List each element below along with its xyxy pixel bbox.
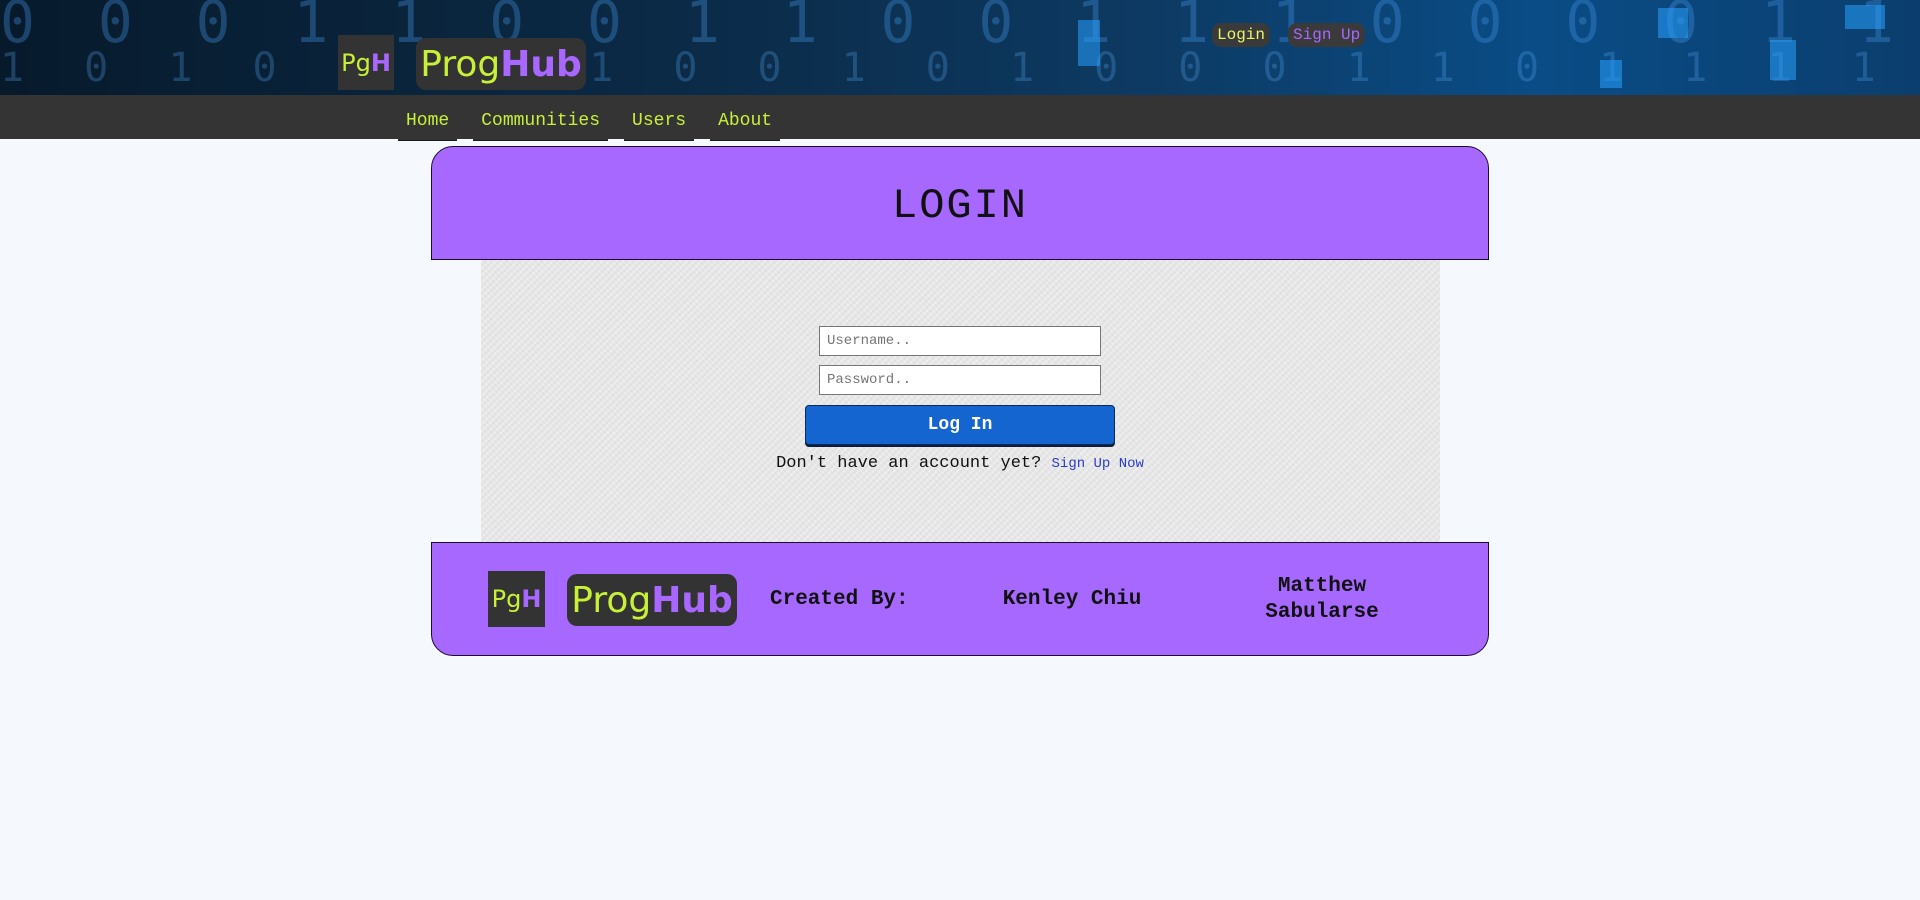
glow-decoration	[1845, 5, 1885, 29]
password-input[interactable]	[819, 365, 1101, 395]
login-button[interactable]: Log In	[805, 405, 1115, 445]
logo-big-part2: Hub	[500, 43, 582, 85]
binary-background-row: 1 0 1 0 0 0 1 1 0 0 1 0 1 0 0 0 1 1 0 1 …	[0, 45, 1920, 91]
logo-big-part1: Prog	[420, 43, 501, 85]
footer-logo-proghub: Prog Hub	[567, 574, 737, 626]
logo-small-part1: Pg	[341, 48, 371, 77]
footer-logo-small-part2: H	[521, 585, 542, 613]
footer-logo-big-part2: Hub	[651, 579, 733, 621]
nav-bar: Home Communities Users About	[0, 95, 1920, 141]
glow-decoration	[1658, 8, 1688, 38]
logo-small-part2: H	[370, 48, 391, 77]
footer-logo-big-part1: Prog	[571, 579, 652, 621]
glow-decoration	[1078, 20, 1100, 66]
footer-logo-small: Pg H	[488, 571, 545, 627]
footer: Pg H Prog Hub Created By: Kenley Chiu Matt…	[431, 542, 1489, 656]
signup-now-link[interactable]: Sign Up Now	[1052, 456, 1144, 472]
signup-link[interactable]: Sign Up	[1288, 23, 1366, 47]
nav-item-about[interactable]: About	[710, 95, 781, 141]
signup-prompt-text: Don't have an account yet?	[776, 454, 1042, 473]
nav-item-home[interactable]: Home	[398, 95, 458, 141]
page-title: LOGIN	[891, 182, 1029, 230]
login-form-area	[481, 260, 1440, 542]
author-name: Kenley Chiu	[1002, 588, 1142, 611]
title-card: LOGIN	[431, 146, 1489, 260]
created-by-label: Created By:	[770, 588, 909, 611]
author-name: Matthew Sabularse	[1265, 575, 1379, 624]
glow-decoration	[1770, 40, 1796, 80]
logo-proghub[interactable]: Prog Hub	[416, 38, 586, 90]
nav-items: Home Communities Users About	[398, 95, 781, 141]
login-link[interactable]: Login	[1212, 23, 1271, 47]
auth-links: Login Sign Up	[1212, 23, 1366, 47]
header-banner: 0 0 0 1 1 0 0 1 1 0 0 1 1 1 0 0 0 0 1 1 …	[0, 0, 1920, 95]
footer-logo-small-part1: Pg	[491, 585, 522, 613]
nav-item-communities[interactable]: Communities	[473, 95, 609, 141]
logo-small[interactable]: Pg H	[338, 35, 394, 90]
signup-prompt-line: Don't have an account yet? Sign Up Now	[0, 454, 1920, 473]
glow-decoration	[1600, 60, 1622, 88]
nav-item-users[interactable]: Users	[624, 95, 695, 141]
username-input[interactable]	[819, 326, 1101, 356]
